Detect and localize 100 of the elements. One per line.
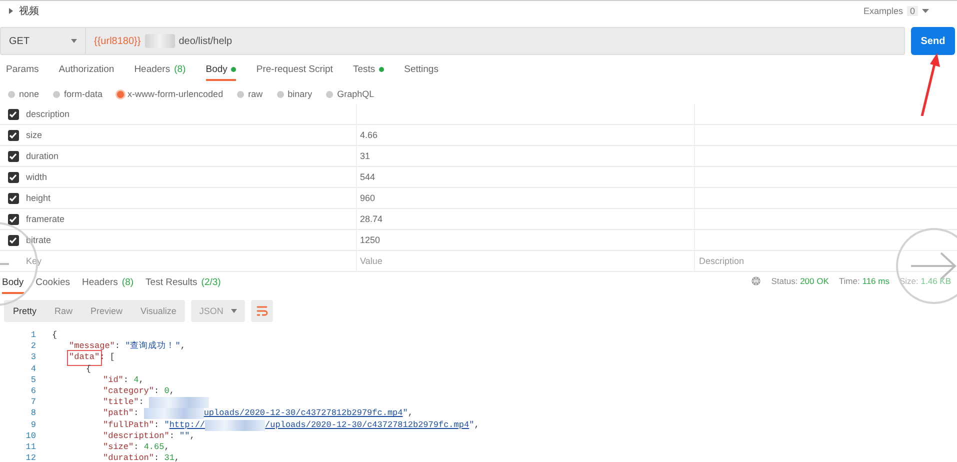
json-key: "title": [103, 397, 139, 408]
next-button[interactable]: [896, 228, 957, 304]
request-tab[interactable]: Headers (8): [134, 63, 186, 81]
json-punctuation: ,: [169, 386, 174, 398]
json-punctuation: : [: [100, 352, 115, 364]
request-tab[interactable]: Authorization: [58, 63, 114, 81]
checkbox[interactable]: [8, 234, 18, 246]
json-punctuation: {: [52, 330, 58, 342]
view-mode-tab[interactable]: Visualize: [132, 300, 186, 322]
json-punctuation: ,: [190, 430, 195, 442]
radio-label[interactable]: GraphQL: [337, 89, 374, 99]
json-punctuation: :: [123, 374, 130, 386]
wrap-lines-button[interactable]: [251, 300, 274, 322]
checkbox[interactable]: [8, 130, 18, 141]
param-key: duration: [26, 151, 59, 161]
param-value: 960: [360, 193, 376, 203]
line-number: 7: [30, 397, 37, 408]
view-mode-tab[interactable]: Raw: [46, 300, 82, 322]
param-key: bitrate: [26, 235, 52, 245]
send-button[interactable]: Send: [911, 27, 955, 55]
json-number: 4.65: [144, 442, 164, 454]
json-punctuation: ,: [174, 453, 180, 462]
json-string: ": [164, 420, 170, 431]
json-link[interactable]: http://: [169, 420, 206, 431]
json-punctuation: :: [154, 386, 160, 398]
json-punctuation: :: [114, 341, 122, 352]
response-tab[interactable]: Cookies: [36, 276, 70, 294]
request-tab[interactable]: Params: [6, 63, 39, 81]
json-punctuation: {: [86, 364, 92, 375]
radio-label[interactable]: raw: [248, 89, 263, 99]
json-number: 4: [134, 374, 139, 386]
radio-button[interactable]: [276, 90, 284, 98]
line-number: 3: [30, 352, 37, 364]
json-punctuation: :: [138, 397, 145, 408]
time-label: Time:: [838, 276, 860, 286]
radio-label[interactable]: x-www-form-urlencoded: [128, 89, 224, 99]
json-punctuation: :: [154, 420, 160, 431]
request-tab[interactable]: Pre-request Script: [256, 63, 333, 81]
json-string: ": [469, 420, 474, 431]
globe-icon[interactable]: [751, 276, 762, 286]
json-punctuation: ,: [474, 420, 480, 431]
radio-button[interactable]: [326, 90, 334, 98]
time-value: 116 ms: [862, 276, 890, 286]
json-number: 31: [164, 453, 174, 462]
json-punctuation: ,: [164, 442, 170, 454]
wrap-lines-icon[interactable]: [256, 306, 268, 316]
line-number: 11: [24, 442, 37, 454]
param-value: 4.66: [360, 130, 378, 140]
examples-count: 0: [906, 6, 918, 16]
line-number: 4: [30, 364, 37, 375]
caret-right-icon[interactable]: [8, 8, 14, 14]
description-placeholder[interactable]: Description: [699, 256, 744, 266]
radio-button[interactable]: [53, 90, 60, 98]
param-key: description: [26, 109, 70, 119]
line-number: 5: [30, 374, 37, 386]
radio-label[interactable]: none: [19, 89, 40, 99]
request-tab[interactable]: Settings: [404, 63, 438, 81]
checkbox[interactable]: [8, 150, 18, 162]
line-number: 8: [30, 408, 37, 420]
param-key: size: [26, 130, 42, 140]
response-tab[interactable]: Body: [2, 276, 24, 294]
radio-button[interactable]: [8, 90, 15, 98]
json-punctuation: :: [134, 408, 140, 420]
json-punctuation: :: [134, 442, 140, 454]
checkbox[interactable]: [8, 172, 18, 183]
json-key: "data": [69, 352, 100, 364]
json-punctuation: ,: [180, 341, 186, 352]
json-link[interactable]: /uploads/2020-12-30/c43727812b2979fc.mp4: [265, 420, 470, 431]
checkbox[interactable]: [8, 108, 18, 120]
status-value: 200 OK: [800, 276, 829, 286]
line-number: 2: [30, 341, 37, 352]
line-number: 6: [30, 386, 37, 398]
param-key: width: [26, 172, 48, 182]
response-tab[interactable]: Test Results (2/3): [146, 276, 221, 294]
caret-down-icon[interactable]: [922, 8, 929, 14]
view-mode-tab[interactable]: Preview: [82, 300, 132, 322]
examples-label[interactable]: Examples: [863, 6, 903, 16]
caret-down-icon[interactable]: [231, 309, 238, 313]
json-link[interactable]: uploads/2020-12-30/c43727812b2979fc.mp4: [204, 408, 403, 420]
request-tab[interactable]: Body: [206, 63, 236, 81]
json-punctuation: ,: [138, 374, 144, 386]
radio-label[interactable]: binary: [288, 89, 312, 99]
request-tab[interactable]: Tests: [352, 63, 384, 81]
checkbox[interactable]: [8, 214, 18, 225]
redaction-blur: [148, 397, 209, 408]
json-key: "duration": [103, 453, 154, 462]
response-tab[interactable]: Headers (8): [82, 276, 134, 294]
param-value: 28.74: [360, 214, 383, 224]
radio-button[interactable]: [116, 90, 124, 98]
json-key: "category": [103, 386, 154, 398]
view-mode-tab[interactable]: Pretty: [4, 300, 46, 322]
json-string: ": [402, 408, 408, 420]
checkbox[interactable]: [8, 192, 18, 204]
redaction-blur: [144, 408, 204, 420]
json-punctuation: :: [169, 430, 176, 442]
radio-button[interactable]: [237, 90, 244, 98]
json-key: "size": [103, 442, 134, 454]
collection-name[interactable]: 视频: [19, 4, 39, 18]
radio-label[interactable]: form-data: [64, 89, 103, 99]
json-key: "path": [103, 408, 134, 420]
